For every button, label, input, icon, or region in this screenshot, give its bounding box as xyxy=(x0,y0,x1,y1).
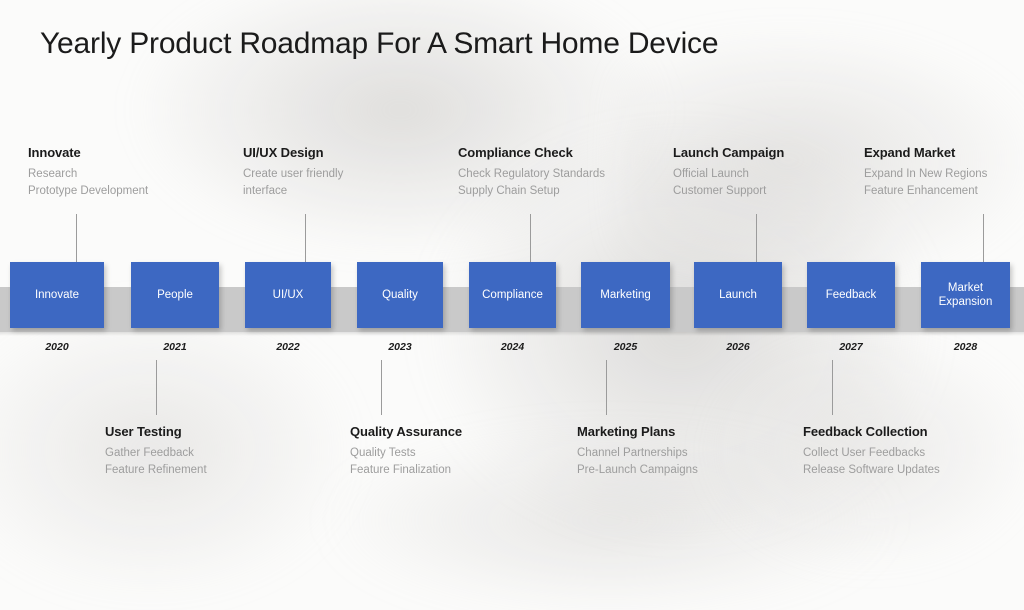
top-heading: Expand Market xyxy=(864,145,956,160)
year-label: 2023 xyxy=(388,341,412,353)
bottom-connector-line xyxy=(381,360,382,415)
page-title: Yearly Product Roadmap For A Smart Home … xyxy=(40,27,719,60)
bottom-heading: User Testing xyxy=(105,424,182,439)
top-detail: Customer Support xyxy=(673,185,767,198)
top-detail: Feature Enhancement xyxy=(864,185,978,198)
top-detail: Check Regulatory Standards xyxy=(458,168,606,180)
top-detail-list: Check Regulatory Standards Supply Chain S… xyxy=(458,166,605,201)
milestone-box[interactable]: Innovate xyxy=(10,262,104,328)
top-block: Innovate Research Prototype Development xyxy=(28,145,148,201)
year-label: 2025 xyxy=(613,341,638,353)
top-connector-line xyxy=(756,214,757,262)
bottom-block: Quality Assurance Quality Tests Feature Fi… xyxy=(350,424,462,480)
milestone-box[interactable]: Feedback xyxy=(807,262,895,328)
top-heading: Compliance Check xyxy=(458,145,573,160)
year-label: 2020 xyxy=(45,341,69,353)
bottom-detail-list: Collect User Feedbacks Release Software U… xyxy=(803,445,940,480)
top-block: Expand Market Expand In New Regions Featur… xyxy=(864,145,987,201)
top-detail: Expand In New Regions xyxy=(864,168,988,180)
top-connector-line xyxy=(305,214,306,262)
slide-canvas: Yearly Product Roadmap For A Smart Home … xyxy=(0,0,1024,576)
top-heading: UI/UX Design xyxy=(243,145,324,160)
top-detail-list: Official Launch Customer Support xyxy=(673,166,784,201)
bottom-detail: Channel Partnerships xyxy=(577,447,688,459)
bottom-detail: Feature Finalization xyxy=(350,464,451,477)
top-detail-list: Expand In New Regions Feature Enhancement xyxy=(864,166,987,201)
bottom-connector-line xyxy=(156,360,157,415)
bottom-detail-list: Channel Partnerships Pre-Launch Campaigns xyxy=(577,445,698,480)
bottom-block: Feedback Collection Collect User Feedback… xyxy=(803,424,940,480)
milestone-box[interactable]: UI/UX xyxy=(245,262,331,328)
year-label: 2028 xyxy=(953,341,978,353)
top-detail: Research xyxy=(28,168,78,180)
milestone-box[interactable]: Market Expansion xyxy=(921,262,1010,328)
top-heading: Innovate xyxy=(28,145,81,160)
top-heading: Launch Campaign xyxy=(673,145,785,160)
bottom-detail: Feature Refinement xyxy=(105,464,207,477)
bottom-block: Marketing Plans Channel Partnerships Pre-L… xyxy=(577,424,698,480)
top-detail: Official Launch xyxy=(673,168,749,180)
bottom-heading: Marketing Plans xyxy=(577,424,676,439)
bottom-detail-list: Quality Tests Feature Finalization xyxy=(350,445,462,480)
top-detail: Create user friendly interface xyxy=(243,168,344,198)
year-label: 2021 xyxy=(163,341,187,353)
bottom-detail-list: Gather Feedback Feature Refinement xyxy=(105,445,207,480)
bottom-connector-line xyxy=(606,360,607,415)
milestone-box[interactable]: Launch xyxy=(694,262,782,328)
top-detail-list: Research Prototype Development xyxy=(28,166,148,201)
bottom-block: User Testing Gather Feedback Feature Refin… xyxy=(105,424,207,480)
top-detail: Prototype Development xyxy=(28,185,149,198)
bottom-detail: Quality Tests xyxy=(350,447,416,459)
milestone-box[interactable]: Compliance xyxy=(469,262,556,328)
top-block: UI/UX Design Create user friendly interfa… xyxy=(243,145,373,201)
bottom-heading: Feedback Collection xyxy=(803,424,928,439)
top-connector-line xyxy=(530,214,531,262)
year-label: 2027 xyxy=(839,341,863,353)
top-connector-line xyxy=(983,214,984,262)
milestone-box[interactable]: Quality xyxy=(357,262,443,328)
bottom-heading: Quality Assurance xyxy=(350,424,462,439)
year-label: 2024 xyxy=(500,341,525,353)
top-connector-line xyxy=(76,214,77,262)
year-label: 2026 xyxy=(726,341,750,353)
milestone-box[interactable]: Marketing xyxy=(581,262,670,328)
bottom-detail: Release Software Updates xyxy=(803,464,940,477)
bottom-detail: Gather Feedback xyxy=(105,447,194,459)
milestone-box[interactable]: People xyxy=(131,262,219,328)
top-block: Compliance Check Check Regulatory Standar… xyxy=(458,145,605,201)
year-label: 2022 xyxy=(276,341,300,353)
top-detail: Supply Chain Setup xyxy=(458,185,560,198)
bottom-detail: Collect User Feedbacks xyxy=(803,447,926,459)
bottom-detail: Pre-Launch Campaigns xyxy=(577,464,698,477)
top-detail-list: Create user friendly interface xyxy=(243,166,373,201)
bottom-connector-line xyxy=(832,360,833,415)
top-block: Launch Campaign Official Launch Customer S… xyxy=(673,145,784,201)
